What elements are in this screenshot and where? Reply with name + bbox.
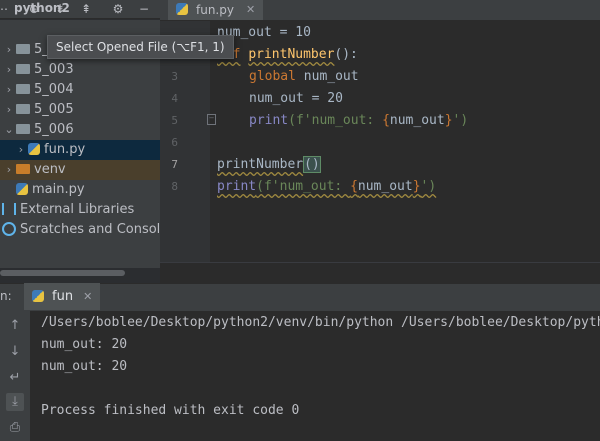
- menu-icon[interactable]: ⋯: [0, 1, 10, 17]
- code-string: '): [420, 179, 437, 194]
- tree-item-external-libraries[interactable]: External Libraries: [0, 200, 160, 220]
- tree-item-label: External Libraries: [20, 202, 135, 217]
- run-label: n:: [0, 289, 12, 303]
- code-line-4: num_out = 20: [249, 91, 343, 106]
- minus-icon[interactable]: −: [136, 1, 152, 17]
- code-brace: {: [382, 113, 390, 128]
- tooltip: Select Opened File (⌥F1, 1): [47, 35, 234, 59]
- folder-icon: [16, 83, 30, 94]
- console-line: num_out: 20: [41, 337, 128, 352]
- soft-wrap-icon[interactable]: ↵: [6, 369, 24, 387]
- python-file-icon: [176, 3, 188, 15]
- tab-fun-py[interactable]: fun.py ✕: [168, 0, 264, 20]
- arrow-up-icon[interactable]: ↑: [6, 317, 24, 335]
- tree-item-label: 5_006: [34, 122, 74, 137]
- scroll-to-end-icon[interactable]: ⤓: [6, 393, 24, 411]
- code-builtin: print: [217, 179, 257, 194]
- console-line: Process finished with exit code 0: [41, 403, 300, 418]
- run-toolbar: ↑ ↓ ↵ ⤓ ⎙: [0, 311, 30, 441]
- tree-item-label: main.py: [32, 182, 85, 197]
- folder-icon: [16, 103, 30, 114]
- editor-tab-bar: fun.py ✕: [160, 0, 600, 21]
- code-builtin: print: [249, 113, 289, 128]
- code-brace: }: [444, 113, 453, 128]
- code-line-2: def printNumber():: [217, 47, 358, 62]
- chevron-down-icon[interactable]: ⌄: [0, 120, 16, 140]
- code-line-3: global num_out: [249, 69, 359, 84]
- chevron-right-icon[interactable]: ›: [0, 100, 16, 120]
- close-icon[interactable]: ✕: [246, 0, 255, 20]
- code-line-5: print(f'num_out: {num_out}'): [249, 113, 468, 128]
- tree-horizontal-scrollbar[interactable]: [0, 270, 125, 276]
- tree-item-main-py[interactable]: main.py: [0, 180, 160, 200]
- console-line: num_out: 20: [41, 359, 128, 374]
- library-icon: [2, 202, 16, 215]
- chevron-right-icon[interactable]: ›: [0, 140, 28, 160]
- collapse-all-icon[interactable]: ⇟: [52, 1, 68, 17]
- tree-item-label: venv: [34, 162, 66, 177]
- code-brace: {: [350, 179, 358, 194]
- tree-item-label: 5_004: [34, 82, 74, 97]
- chevron-right-icon[interactable]: ›: [0, 80, 16, 100]
- code-line-7: printNumber(): [217, 156, 321, 173]
- code-line-8: print(f'num_out: {num_out}'): [217, 179, 436, 194]
- close-icon[interactable]: ✕: [83, 290, 92, 303]
- python-run-icon: [32, 289, 44, 302]
- console-line: /Users/boblee/Desktop/python2/venv/bin/p…: [41, 315, 600, 330]
- python-file-icon: [28, 142, 40, 155]
- python-file-icon: [16, 182, 28, 195]
- chevron-right-icon[interactable]: ›: [0, 60, 16, 80]
- tree-item-label: 5_003: [34, 62, 74, 77]
- line-number: 3: [171, 70, 178, 83]
- tree-item-label: 5_005: [34, 102, 74, 117]
- tree-item-5-004[interactable]: › 5_004: [0, 80, 160, 100]
- folder-icon: [16, 123, 30, 134]
- editor-horizontal-scrollbar[interactable]: [160, 262, 600, 283]
- tree-item-5-005[interactable]: › 5_005: [0, 100, 160, 120]
- code-call: printNumber: [217, 157, 304, 172]
- code-text: num_out = 20: [249, 91, 343, 106]
- console-output[interactable]: [30, 311, 600, 441]
- tree-item-scratches[interactable]: Scratches and Consoles: [0, 220, 175, 240]
- folder-icon: [16, 63, 30, 74]
- expand-all-icon[interactable]: ⇞: [78, 1, 94, 17]
- tree-item-5-006[interactable]: ⌄ 5_006: [0, 120, 160, 140]
- project-toolbar: python2 ⋯ ⊕ ⇟ ⇞ ⚙ −: [0, 0, 160, 19]
- target-icon[interactable]: ⊕: [26, 1, 42, 17]
- code-text: ():: [334, 47, 358, 62]
- chevron-right-icon[interactable]: ›: [0, 40, 16, 60]
- line-gutter: 3 4 5 6 7 8: [160, 21, 210, 283]
- line-number: 4: [171, 92, 178, 105]
- code-keyword: global: [249, 69, 296, 84]
- tab-label: fun.py: [196, 3, 234, 17]
- code-brace: }: [412, 179, 421, 194]
- arrow-down-icon[interactable]: ↓: [6, 343, 24, 361]
- run-tab-label: fun: [52, 289, 74, 304]
- code-function-name: printNumber: [248, 47, 335, 62]
- fold-marker-icon[interactable]: −: [207, 114, 216, 125]
- tree-item-venv[interactable]: › venv: [0, 160, 160, 180]
- tree-item-fun-py[interactable]: › fun.py: [0, 140, 160, 160]
- line-number: 6: [171, 136, 178, 149]
- folder-icon: [16, 43, 30, 54]
- code-text: num_out: [295, 69, 359, 84]
- code-text: num_out: [357, 179, 413, 194]
- chevron-right-icon[interactable]: ›: [0, 160, 16, 180]
- line-number: 8: [171, 180, 178, 193]
- folder-icon: [16, 163, 30, 174]
- print-icon[interactable]: ⎙: [6, 419, 24, 437]
- gear-icon[interactable]: ⚙: [110, 1, 126, 17]
- tree-item-label: fun.py: [44, 142, 86, 157]
- tree-item-5-003[interactable]: › 5_003: [0, 60, 160, 80]
- line-number: 7: [171, 158, 178, 171]
- tab-run-fun[interactable]: fun ✕: [24, 283, 101, 310]
- code-string: (f'num_out:: [256, 179, 351, 194]
- line-number: 5: [171, 114, 178, 127]
- code-string: '): [452, 113, 469, 128]
- tree-item-label: Scratches and Consoles: [20, 222, 176, 237]
- scratch-icon: [2, 221, 16, 236]
- code-string: (f'num_out:: [288, 113, 383, 128]
- code-text: num_out: [389, 113, 445, 128]
- code-paren-highlight: (): [303, 156, 321, 173]
